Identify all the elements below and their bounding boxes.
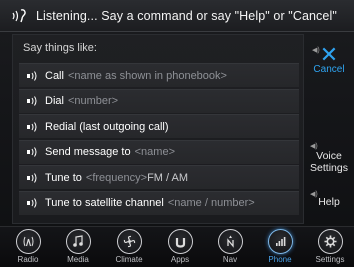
command-row-send-message[interactable]: Send message to <name> [19,139,299,164]
status-banner: Listening... Say a command or say "Help"… [0,0,354,32]
nav-phone[interactable]: Phone [260,229,300,264]
nav-apps[interactable]: Apps [160,229,200,264]
command-argument: <number> [67,95,119,107]
suggestions-panel: Say things like: Call <name as shown in … [12,34,304,224]
command-argument: <name as shown in phonebook> [67,69,227,82]
command-row-call[interactable]: Call <name as shown in phonebook> [19,63,299,87]
nav-label: Radio [17,255,39,264]
settings-icon [317,229,343,254]
phone-icon [267,229,293,254]
nav-label: Apps [170,255,190,264]
speaker-icon [27,198,37,208]
command-label: Send message to [45,146,131,158]
cancel-label: Cancel [313,64,345,75]
cancel-button[interactable]: ✕ Cancel [306,42,352,76]
command-list: Call <name as shown in phonebook> Dial <… [19,63,299,216]
command-label: Redial (last outgoing call) [45,120,169,133]
command-row-redial[interactable]: Redial (last outgoing call) [19,114,299,138]
command-argument: <name> [134,146,175,158]
nav-label: Media [67,255,89,264]
voice-command-screen: Listening... Say a command or say "Help"… [0,0,354,267]
speaker-icon [27,96,37,106]
command-label: Call [45,69,64,82]
command-label: Tune to satellite channel [45,197,164,209]
media-icon [65,229,91,254]
voice-recognition-icon [10,7,30,25]
close-icon: ✕ [319,42,339,67]
nav-settings[interactable]: Settings [310,229,350,264]
nav-label: Settings [315,255,345,264]
command-row-tune-to[interactable]: Tune to <frequency> FM / AM [19,165,299,189]
command-label: Dial [45,95,64,107]
nav-media[interactable]: Media [58,229,98,264]
nav-label: Nav [222,255,238,264]
speaker-icon [27,147,37,157]
command-suffix: FM / AM [147,171,189,184]
nav-label: Phone [268,255,292,264]
nav-label: Climate [115,255,143,264]
voice-settings-label-line2: Settings [310,162,348,174]
climate-icon [116,229,142,254]
nav-icon [217,229,243,254]
radio-icon [15,229,41,254]
speaker-icon [27,172,37,183]
command-argument: <frequency> [85,171,148,184]
command-row-tune-satellite[interactable]: Tune to satellite channel <name / number… [19,190,299,215]
nav-radio[interactable]: Radio [8,229,48,264]
panel-heading: Say things like: [23,42,97,54]
bottom-nav-bar: Radio Media Climate Apps Nav Phone Setti… [0,226,354,267]
status-text: Listening... Say a command or say "Help"… [36,8,337,23]
speaker-icon [27,70,37,81]
nav-nav[interactable]: Nav [210,229,250,264]
help-button[interactable]: Help [306,196,352,208]
apps-icon [167,229,193,254]
command-argument: <name / number> [167,197,255,209]
nav-climate[interactable]: Climate [109,229,149,264]
command-label: Tune to [45,171,82,184]
voice-settings-label-line1: Voice [316,150,342,162]
voice-settings-button[interactable]: Voice Settings [306,142,352,174]
speaker-icon [27,121,37,132]
command-row-dial[interactable]: Dial <number> [19,88,299,113]
help-label: Help [318,196,340,208]
